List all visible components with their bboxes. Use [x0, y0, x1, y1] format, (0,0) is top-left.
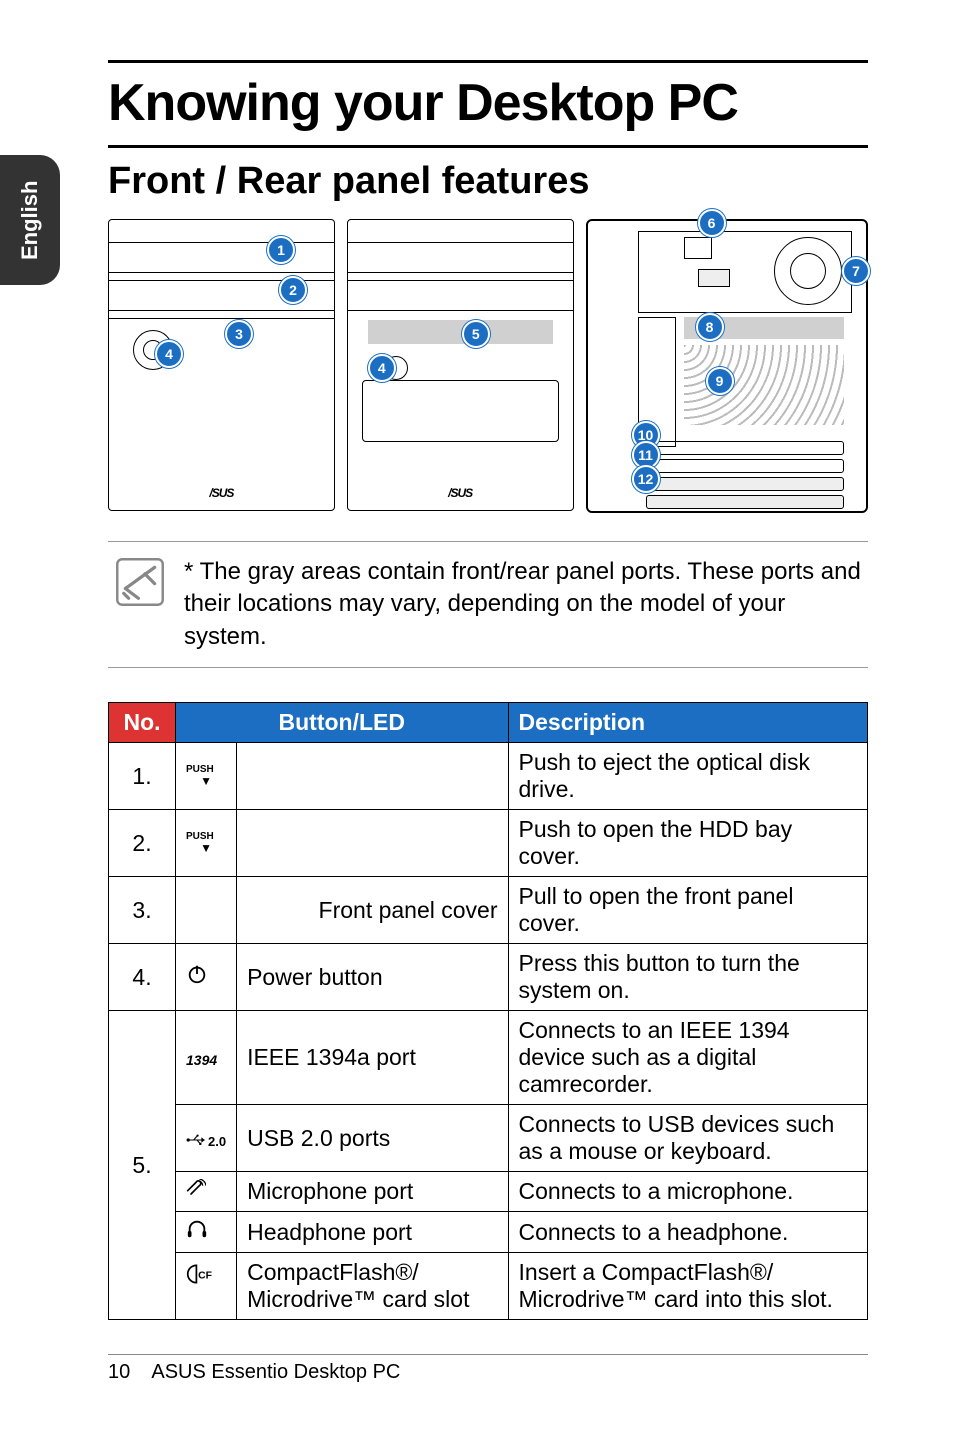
push-icon: PUSH▼ — [176, 810, 237, 877]
table-row: Headphone port Connects to a headphone. — [109, 1212, 868, 1253]
callout-9: 9 — [706, 367, 734, 395]
compactflash-icon: CF — [176, 1253, 237, 1320]
section-title: Front / Rear panel features — [108, 160, 868, 203]
power-icon — [176, 944, 237, 1011]
row-num: 4. — [109, 944, 176, 1011]
callout-2: 2 — [279, 276, 307, 304]
language-side-tab: English — [0, 155, 60, 285]
asus-logo: /SUS — [209, 486, 233, 500]
product-name: ASUS Essentio Desktop PC — [151, 1361, 400, 1383]
row-num: 3. — [109, 877, 176, 944]
note-icon — [114, 556, 166, 608]
row-label: Front panel cover — [237, 877, 508, 944]
row-label: Power button — [237, 944, 508, 1011]
col-button-led: Button/LED — [176, 703, 509, 743]
table-row: Microphone port Connects to a microphone… — [109, 1172, 868, 1212]
row-desc: Connects to USB devices such as a mouse … — [508, 1105, 867, 1172]
row-desc: Pull to open the front panel cover. — [508, 877, 867, 944]
rear-panel-drawing: 6 7 8 9 10 11 12 — [586, 219, 868, 513]
front-panel-drawing-2: /SUS 5 4 — [347, 219, 574, 511]
table-row: CF CompactFlash®/ Microdrive™ card slot … — [109, 1253, 868, 1320]
row-desc: Press this button to turn the system on. — [508, 944, 867, 1011]
page-content: Knowing your Desktop PC Front / Rear pan… — [108, 60, 868, 1320]
table-row: 5. 1394 IEEE 1394a port Connects to an I… — [109, 1011, 868, 1105]
row-label: Microphone port — [237, 1172, 508, 1212]
callout-5: 5 — [462, 320, 490, 348]
svg-text:CF: CF — [198, 1271, 212, 1282]
table-row: 4. Power button Press this button to tur… — [109, 944, 868, 1011]
table-row: 3. Front panel cover Pull to open the fr… — [109, 877, 868, 944]
push-icon: PUSH▼ — [176, 743, 237, 810]
features-table: No. Button/LED Description 1. PUSH▼ Push… — [108, 702, 868, 1320]
table-header-row: No. Button/LED Description — [109, 703, 868, 743]
row-desc: Connects to an IEEE 1394 device such as … — [508, 1011, 867, 1105]
row-label — [237, 743, 508, 810]
panel-drawings: /SUS 1 2 3 4 /SUS 5 4 — [108, 219, 868, 513]
table-row: 2.0 USB 2.0 ports Connects to USB device… — [109, 1105, 868, 1172]
callout-3: 3 — [225, 320, 253, 348]
row-num: 1. — [109, 743, 176, 810]
col-no: No. — [109, 703, 176, 743]
row-desc: Connects to a headphone. — [508, 1212, 867, 1253]
headphone-icon — [176, 1212, 237, 1253]
callout-4b: 4 — [368, 354, 396, 382]
callout-7: 7 — [842, 257, 870, 285]
no-icon — [176, 877, 237, 944]
row-label: IEEE 1394a port — [237, 1011, 508, 1105]
page-number: 10 — [108, 1361, 130, 1383]
callout-4a: 4 — [155, 340, 183, 368]
front-panel-drawing-1: /SUS 1 2 3 4 — [108, 219, 335, 511]
row-desc: Push to open the HDD bay cover. — [508, 810, 867, 877]
row-desc: Connects to a microphone. — [508, 1172, 867, 1212]
row-desc: Push to eject the optical disk drive. — [508, 743, 867, 810]
usb-icon: 2.0 — [176, 1105, 237, 1172]
row-desc: Insert a CompactFlash®/ Microdrive™ card… — [508, 1253, 867, 1320]
callout-12: 12 — [632, 465, 660, 493]
row-label: Headphone port — [237, 1212, 508, 1253]
row-num: 2. — [109, 810, 176, 877]
row-num: 5. — [109, 1011, 176, 1320]
note-text: * The gray areas contain front/rear pane… — [184, 556, 862, 653]
note-box: * The gray areas contain front/rear pane… — [108, 541, 868, 668]
table-row: 1. PUSH▼ Push to eject the optical disk … — [109, 743, 868, 810]
table-row: 2. PUSH▼ Push to open the HDD bay cover. — [109, 810, 868, 877]
page-title: Knowing your Desktop PC — [108, 60, 868, 148]
row-label — [237, 810, 508, 877]
callout-1: 1 — [267, 236, 295, 264]
row-label: CompactFlash®/ Microdrive™ card slot — [237, 1253, 508, 1320]
callout-6: 6 — [698, 209, 726, 237]
row-label: USB 2.0 ports — [237, 1105, 508, 1172]
col-description: Description — [508, 703, 867, 743]
asus-logo: /SUS — [448, 486, 472, 500]
ieee1394-icon: 1394 — [176, 1011, 237, 1105]
microphone-icon — [176, 1172, 237, 1212]
callout-8: 8 — [696, 313, 724, 341]
page-footer: 10 ASUS Essentio Desktop PC — [108, 1354, 868, 1384]
